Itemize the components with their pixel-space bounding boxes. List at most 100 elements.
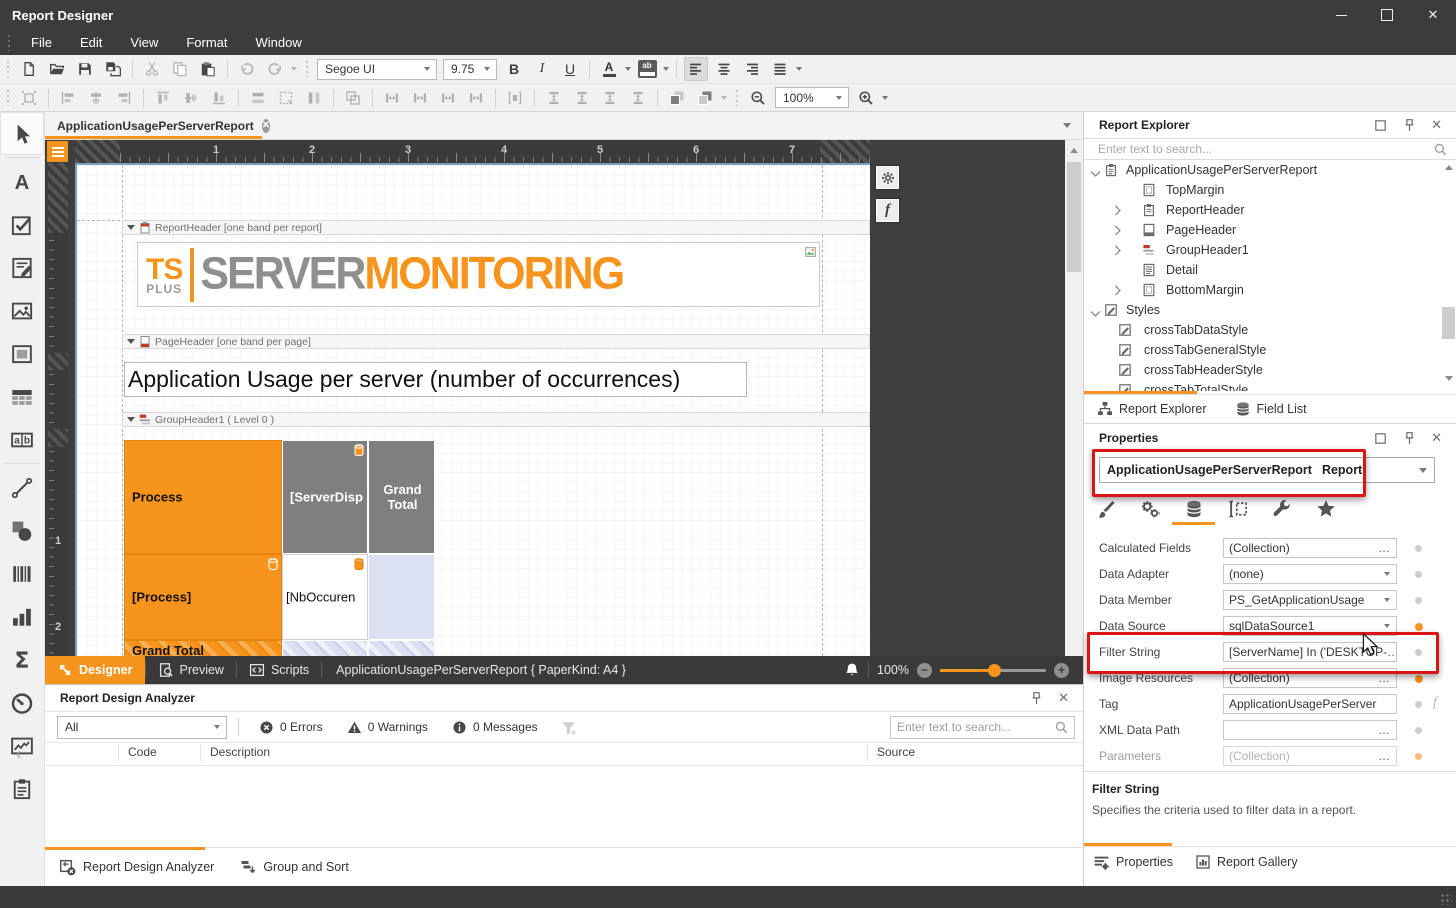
copy-button[interactable] [168,57,192,81]
tool-barcode[interactable] [0,552,44,595]
font-color-button[interactable]: A [597,57,621,81]
zoom-slider[interactable] [940,669,1046,672]
tool-pointer[interactable] [0,112,44,155]
dropdown-caret-icon[interactable] [1384,598,1390,602]
tree-item-Styles[interactable]: Styles [1084,300,1456,320]
band-collapse-icon[interactable] [127,225,135,230]
expander-expanded-icon[interactable] [1090,167,1101,181]
resize-grip[interactable] [1440,893,1452,905]
data-category-icon[interactable] [1180,495,1208,523]
explorer-search-box[interactable] [1084,138,1456,160]
ellipsis-button[interactable]: … [1378,671,1391,685]
pin-icon[interactable] [1402,431,1417,446]
horizontal-spacing-button[interactable] [380,86,404,110]
tab-report-design-analyzer[interactable]: Report Design Analyzer [59,859,214,876]
align-top-edges-button[interactable] [151,86,175,110]
property-editor[interactable]: (none) [1223,564,1397,584]
vertical-spacing-button[interactable] [626,86,650,110]
horizontal-spacing-button[interactable] [436,86,460,110]
zoom-slider-thumb[interactable] [988,664,1001,677]
crosstab-total-cell[interactable] [368,640,435,656]
crosstab-row-field-cell[interactable]: [Process] [124,554,282,640]
dropdown-caret-icon[interactable] [623,57,633,81]
tree-item-GroupHeader1[interactable]: GroupHeader1 [1084,240,1456,260]
dropdown-caret-icon[interactable] [661,57,671,81]
tree-item-crossTabGeneralStyle[interactable]: crossTabGeneralStyle [1084,340,1456,360]
behavior-category-icon[interactable] [1136,495,1164,523]
float-window-icon[interactable] [1373,431,1388,446]
highlight-color-button[interactable]: ab [635,57,659,81]
dropdown-caret-icon[interactable] [880,86,890,110]
band-collapse-icon[interactable] [127,339,135,344]
pin-icon[interactable] [1402,118,1417,133]
report-page[interactable]: ReportHeader [one band per report] TS PL… [75,163,870,656]
property-editor[interactable]: … [1223,720,1397,740]
band-collapse-icon[interactable] [127,417,135,422]
scroll-up-icon[interactable] [1070,148,1078,153]
tab-field-list[interactable]: Field List [1235,401,1307,417]
expander-collapsed-icon[interactable] [1114,285,1122,299]
tree-item-crossTabDataStyle[interactable]: crossTabDataStyle [1084,320,1456,340]
misc-category-icon[interactable] [1268,495,1296,523]
property-editor[interactable]: (Collection)… [1223,538,1397,558]
expander-collapsed-icon[interactable] [1114,205,1122,219]
messages-counter[interactable]: 0 Messages [452,720,538,735]
ellipsis-button[interactable]: … [1387,645,1397,659]
horizontal-spacing-button[interactable] [464,86,488,110]
scrollbar-thumb[interactable] [1442,307,1455,339]
pin-icon[interactable] [1029,691,1044,706]
align-vertical-centers-button[interactable] [179,86,203,110]
tab-group-and-sort[interactable]: Group and Sort [240,859,348,875]
font-name-combo[interactable]: Segoe UI [317,59,437,80]
zoom-in-button[interactable]: + [1054,663,1069,678]
menu-format[interactable]: Format [172,30,241,55]
tree-item-Detail[interactable]: Detail [1084,260,1456,280]
toolbox-collapse-icon[interactable] [14,748,23,762]
crosstab-corner-cell[interactable]: Process [124,440,282,554]
design-vertical-scrollbar[interactable] [1065,140,1083,656]
make-same-height-button[interactable] [302,86,326,110]
close-icon[interactable]: ✕ [1431,430,1442,446]
tool-subreport[interactable] [0,767,44,810]
report-title-label[interactable]: Application Usage per server (number of … [124,362,747,397]
float-window-icon[interactable] [1373,118,1388,133]
tool-panel[interactable] [0,332,44,375]
make-same-width-button[interactable] [246,86,270,110]
tool-charcomb[interactable]: ab [0,418,44,461]
expander-collapsed-icon[interactable] [1114,245,1122,259]
analyzer-search-input[interactable] [891,719,1054,735]
align-left-edges-button[interactable] [56,86,80,110]
save-all-button[interactable] [101,57,125,81]
favorites-category-icon[interactable] [1312,495,1340,523]
tree-item-BottomMargin[interactable]: BottomMargin [1084,280,1456,300]
tool-gauge[interactable] [0,681,44,724]
errors-counter[interactable]: 0 Errors [259,720,323,735]
layout-category-icon[interactable] [1224,495,1252,523]
selected-control-combo[interactable]: ApplicationUsagePerServerReport Report [1099,457,1435,483]
tree-item-crossTabHeaderStyle[interactable]: crossTabHeaderStyle [1084,360,1456,380]
cut-button[interactable] [140,57,164,81]
ellipsis-button[interactable]: … [1378,723,1391,737]
column-description[interactable]: Description [210,745,270,759]
align-center-button[interactable] [712,57,736,81]
font-size-combo[interactable]: 9.75 [443,59,497,80]
property-editor[interactable]: ApplicationUsagePerServer [1223,694,1397,714]
tab-close-icon[interactable]: ✕ [262,119,270,133]
column-source[interactable]: Source [877,745,915,759]
bring-to-front-button[interactable] [665,86,689,110]
group-header-band-strip[interactable]: GroupHeader1 ( Level 0 ) [122,412,870,427]
redo-button[interactable] [263,57,287,81]
open-button[interactable] [45,57,69,81]
crosstab-grand-total-column-cell[interactable]: Grand Total [368,440,435,554]
make-same-size-button[interactable] [341,86,365,110]
notifications-bell-icon[interactable] [844,662,860,678]
tool-shape[interactable] [0,509,44,552]
undo-button[interactable] [235,57,259,81]
tree-item-crossTabTotalStyle[interactable]: crossTabTotalStyle [1084,380,1456,391]
dropdown-caret-icon[interactable] [1384,572,1390,576]
analyzer-filter-select[interactable]: All [57,716,227,739]
underline-button[interactable]: U [558,57,582,81]
horizontal-spacing-button[interactable] [408,86,432,110]
scroll-down-icon[interactable] [1445,376,1453,381]
scroll-up-icon[interactable] [1445,165,1453,170]
